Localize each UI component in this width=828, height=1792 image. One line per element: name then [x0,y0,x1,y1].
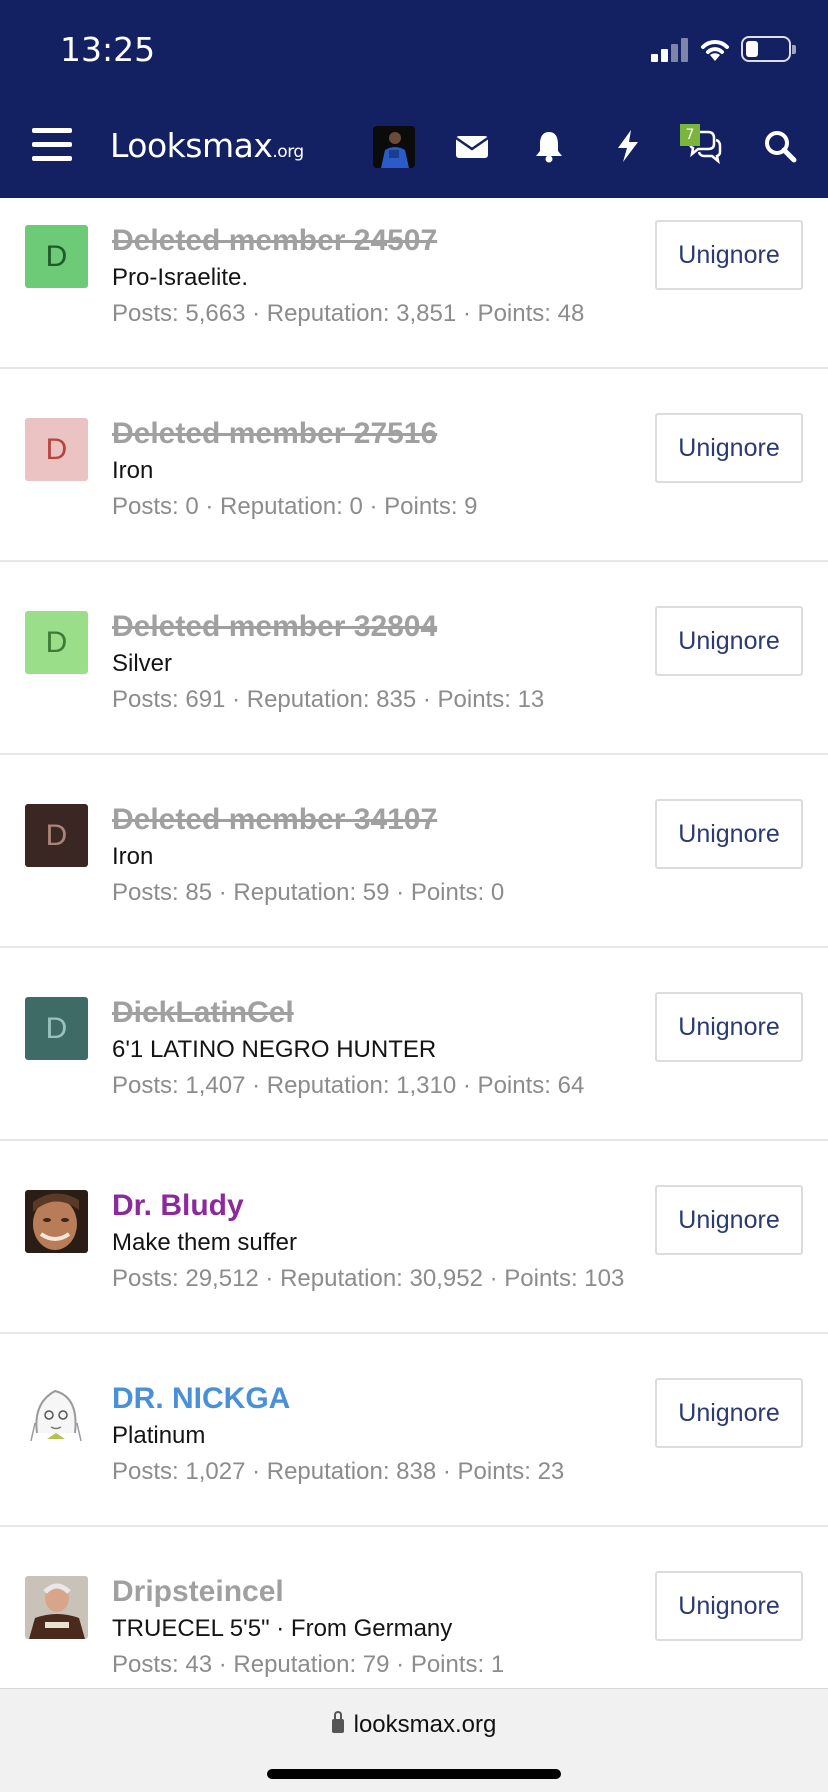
list-item: Dripsteincel TRUECEL 5'5" · From Germany… [0,1527,828,1688]
inbox-envelope-icon[interactable] [454,128,490,164]
member-name[interactable]: Deleted member 34107 [112,803,437,837]
avatar[interactable]: D [25,997,88,1060]
avatar[interactable]: D [25,418,88,481]
unignore-button[interactable]: Unignore [655,1185,803,1255]
member-title: Platinum [112,1422,206,1449]
member-name[interactable]: DR. NICKGA [112,1382,290,1416]
wifi-icon [701,40,729,61]
battery-icon [741,36,796,62]
logo-tld: .org [272,142,304,162]
member-stats: Posts: 1,027 · Reputation: 838 · Points:… [112,1458,565,1485]
menu-icon[interactable] [32,128,72,162]
member-stats: Posts: 85 · Reputation: 59 · Points: 0 [112,879,505,906]
member-name[interactable]: Deleted member 32804 [112,610,437,644]
member-title: Iron [112,457,154,484]
home-indicator[interactable] [267,1769,561,1779]
unignore-button[interactable]: Unignore [655,799,803,869]
list-item: D Deleted member 24507 Pro-Israelite. Po… [0,198,828,369]
member-name[interactable]: Deleted member 27516 [112,417,437,451]
member-name[interactable]: Deleted member 24507 [112,224,437,258]
list-item: D Deleted member 34107 Iron Posts: 85 · … [0,755,828,948]
avatar[interactable]: D [25,225,88,288]
member-stats: Posts: 43 · Reputation: 79 · Points: 1 [112,1651,505,1678]
avatar[interactable]: D [25,804,88,867]
unignore-button[interactable]: Unignore [655,992,803,1062]
photo-avatar-man-icon[interactable] [25,1576,88,1639]
member-stats: Posts: 0 · Reputation: 0 · Points: 9 [112,493,478,520]
member-stats: Posts: 29,512 · Reputation: 30,952 · Poi… [112,1265,625,1292]
notifications-bell-icon[interactable] [531,128,567,164]
photo-avatar-face-icon[interactable] [25,1190,88,1253]
member-title: Silver [112,650,173,677]
conversations-badge: 7 [680,124,700,146]
site-logo[interactable]: Looksmax.org [110,126,304,165]
list-item: D DickLatinCel 6'1 LATINO NEGRO HUNTER P… [0,948,828,1141]
unignore-button[interactable]: Unignore [655,220,803,290]
member-name[interactable]: DickLatinCel [112,996,294,1030]
account-avatar[interactable] [373,126,415,168]
unignore-button[interactable]: Unignore [655,413,803,483]
app-header: 13:25 Looksmax.org 7 [0,0,828,198]
unignore-button[interactable]: Unignore [655,1571,803,1641]
member-title: Iron [112,843,154,870]
member-title: TRUECEL 5'5" · From Germany [112,1615,453,1642]
member-stats: Posts: 691 · Reputation: 835 · Points: 1… [112,686,545,713]
nav-bar: Looksmax.org 7 [0,110,828,180]
lock-icon [331,1711,344,1733]
status-time: 13:25 [60,30,156,69]
ignored-members-list: D Deleted member 24507 Pro-Israelite. Po… [0,198,828,1688]
list-item: D Deleted member 27516 Iron Posts: 0 · R… [0,369,828,562]
search-icon[interactable] [762,128,798,164]
member-name[interactable]: Dripsteincel [112,1575,284,1609]
unignore-button[interactable]: Unignore [655,1378,803,1448]
anime-sketch-avatar-icon[interactable] [25,1383,88,1446]
member-title: Pro-Israelite. [112,264,249,291]
unignore-button[interactable]: Unignore [655,606,803,676]
member-name[interactable]: Dr. Bludy [112,1189,244,1223]
list-item: D Deleted member 32804 Silver Posts: 691… [0,562,828,755]
logo-main: Looksmax [110,126,273,165]
browser-address-bar[interactable]: looksmax.org [0,1688,828,1792]
avatar[interactable]: D [25,611,88,674]
list-item: DR. NICKGA Platinum Posts: 1,027 · Reput… [0,1334,828,1527]
member-title: 6'1 LATINO NEGRO HUNTER [112,1036,437,1063]
cellular-signal-icon [651,38,691,62]
member-stats: Posts: 1,407 · Reputation: 1,310 · Point… [112,1072,585,1099]
list-item: Dr. Bludy Make them suffer Posts: 29,512… [0,1141,828,1334]
url-text: looksmax.org [353,1711,497,1738]
whats-new-bolt-icon[interactable] [610,128,646,164]
member-stats: Posts: 5,663 · Reputation: 3,851 · Point… [112,300,585,327]
member-title: Make them suffer [112,1229,297,1256]
